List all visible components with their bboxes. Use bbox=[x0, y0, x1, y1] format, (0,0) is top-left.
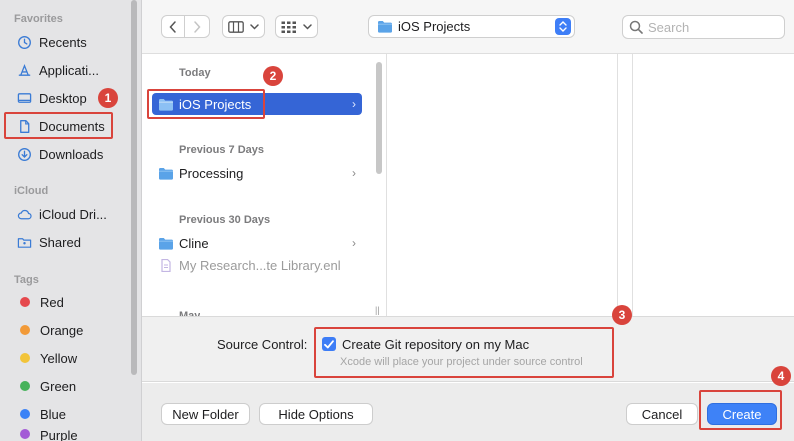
column-divider[interactable] bbox=[632, 54, 633, 316]
tag-dot-icon bbox=[20, 325, 30, 335]
sidebar-item-recents[interactable]: Recents bbox=[8, 30, 124, 54]
file-row-research-library: My Research...te Library.enl bbox=[152, 254, 362, 276]
chevron-right-icon: › bbox=[352, 166, 356, 180]
tag-dot-icon bbox=[20, 381, 30, 391]
source-control-label: Source Control: bbox=[217, 337, 308, 352]
sidebar-item-label: Red bbox=[40, 294, 64, 310]
sidebar-item-applications[interactable]: Applicati... bbox=[8, 58, 124, 82]
annotation-badge-3: 3 bbox=[612, 305, 632, 325]
sidebar-item-label: Yellow bbox=[40, 350, 78, 366]
tag-dot-icon bbox=[20, 297, 30, 307]
annotation-badge-1: 1 bbox=[98, 88, 118, 108]
column-view-icon bbox=[228, 20, 244, 33]
sidebar-tag-green[interactable]: Green bbox=[8, 374, 124, 398]
chevron-down-icon bbox=[303, 23, 312, 30]
cloud-icon bbox=[16, 206, 32, 222]
folder-icon bbox=[378, 21, 392, 33]
sidebar-tag-yellow[interactable]: Yellow bbox=[8, 346, 124, 370]
sidebar-section-icloud: iCloud bbox=[14, 185, 49, 197]
sidebar-item-label: Shared bbox=[39, 234, 81, 250]
sidebar-tag-blue[interactable]: Blue bbox=[8, 402, 124, 426]
sidebar-section-favorites: Favorites bbox=[14, 13, 63, 25]
sidebar-tag-purple[interactable]: Purple bbox=[8, 428, 124, 441]
annotation-box-git-repo bbox=[314, 327, 614, 378]
sidebar-item-label: Orange bbox=[40, 322, 84, 338]
updown-icon bbox=[555, 18, 571, 35]
location-popup[interactable]: iOS Projects bbox=[368, 15, 575, 38]
group-button[interactable] bbox=[275, 15, 318, 38]
group-header-today: Today bbox=[179, 67, 211, 79]
cancel-button[interactable]: Cancel bbox=[626, 403, 698, 425]
document-icon bbox=[161, 258, 171, 272]
tag-dot-icon bbox=[20, 353, 30, 363]
chevron-left-icon bbox=[169, 20, 176, 33]
sidebar-item-label: Green bbox=[40, 378, 77, 394]
location-label: iOS Projects bbox=[398, 19, 471, 34]
sidebar-item-label: Purple bbox=[40, 428, 78, 441]
sidebar-item-label: Desktop bbox=[39, 90, 87, 106]
tag-dot-icon bbox=[20, 409, 30, 419]
shared-folder-icon bbox=[16, 234, 32, 250]
sidebar-item-label: iCloud Dri... bbox=[39, 206, 107, 222]
file-name: My Research...te Library.enl bbox=[179, 257, 341, 273]
applications-icon bbox=[16, 62, 32, 78]
desktop-icon bbox=[16, 90, 32, 106]
annotation-badge-2: 2 bbox=[263, 66, 283, 86]
sidebar-section-tags: Tags bbox=[14, 274, 39, 286]
file-name: Cline bbox=[179, 235, 209, 251]
sidebar-scrollbar[interactable] bbox=[131, 0, 137, 375]
chevron-right-icon bbox=[194, 20, 201, 33]
annotation-box-create bbox=[699, 390, 782, 430]
clock-icon bbox=[16, 34, 32, 50]
file-name: Processing bbox=[179, 165, 244, 181]
back-button[interactable] bbox=[161, 15, 185, 38]
annotation-badge-4: 4 bbox=[771, 366, 791, 386]
search-input[interactable] bbox=[648, 19, 778, 35]
hide-options-button[interactable]: Hide Options bbox=[259, 403, 373, 425]
annotation-box-ios-projects bbox=[147, 89, 265, 119]
search-icon bbox=[629, 20, 643, 34]
chevron-right-icon: › bbox=[352, 97, 356, 111]
footer: New Folder Hide Options Cancel Create bbox=[142, 383, 794, 441]
column-resize-grip-icon[interactable]: || bbox=[375, 305, 380, 315]
sidebar-item-label: Blue bbox=[40, 406, 67, 422]
column-scrollbar[interactable] bbox=[376, 62, 382, 174]
sidebar-tag-orange[interactable]: Orange bbox=[8, 318, 124, 342]
sidebar-item-downloads[interactable]: Downloads bbox=[8, 142, 124, 166]
column-divider[interactable] bbox=[386, 54, 387, 316]
sidebar-item-label: Downloads bbox=[39, 146, 104, 162]
column-divider[interactable] bbox=[617, 54, 618, 316]
file-row-processing[interactable]: Processing › bbox=[152, 162, 362, 184]
file-row-cline[interactable]: Cline › bbox=[152, 232, 362, 254]
downloads-icon bbox=[16, 146, 32, 162]
group-header-previous-7-days: Previous 7 Days bbox=[179, 144, 264, 156]
sidebar-item-label: Recents bbox=[39, 34, 87, 50]
folder-icon bbox=[159, 237, 173, 250]
toolbar: iOS Projects bbox=[142, 0, 794, 54]
forward-button[interactable] bbox=[185, 15, 210, 38]
sidebar-tag-red[interactable]: Red bbox=[8, 290, 124, 314]
view-mode-button[interactable] bbox=[222, 15, 265, 38]
sidebar-item-icloud-drive[interactable]: iCloud Dri... bbox=[8, 202, 124, 226]
sidebar-item-label: Applicati... bbox=[39, 62, 99, 78]
sidebar: Favorites Recents Applicati... Desktop D… bbox=[0, 0, 142, 441]
tag-dot-icon bbox=[20, 429, 30, 439]
chevron-right-icon: › bbox=[352, 236, 356, 250]
group-header-previous-30-days: Previous 30 Days bbox=[179, 214, 271, 226]
folder-icon bbox=[159, 167, 173, 180]
chevron-down-icon bbox=[250, 23, 259, 30]
new-folder-button[interactable]: New Folder bbox=[161, 403, 250, 425]
sidebar-item-shared[interactable]: Shared bbox=[8, 230, 124, 254]
annotation-box-documents bbox=[4, 112, 113, 139]
search-field[interactable] bbox=[622, 15, 785, 39]
grid-icon bbox=[281, 21, 296, 33]
